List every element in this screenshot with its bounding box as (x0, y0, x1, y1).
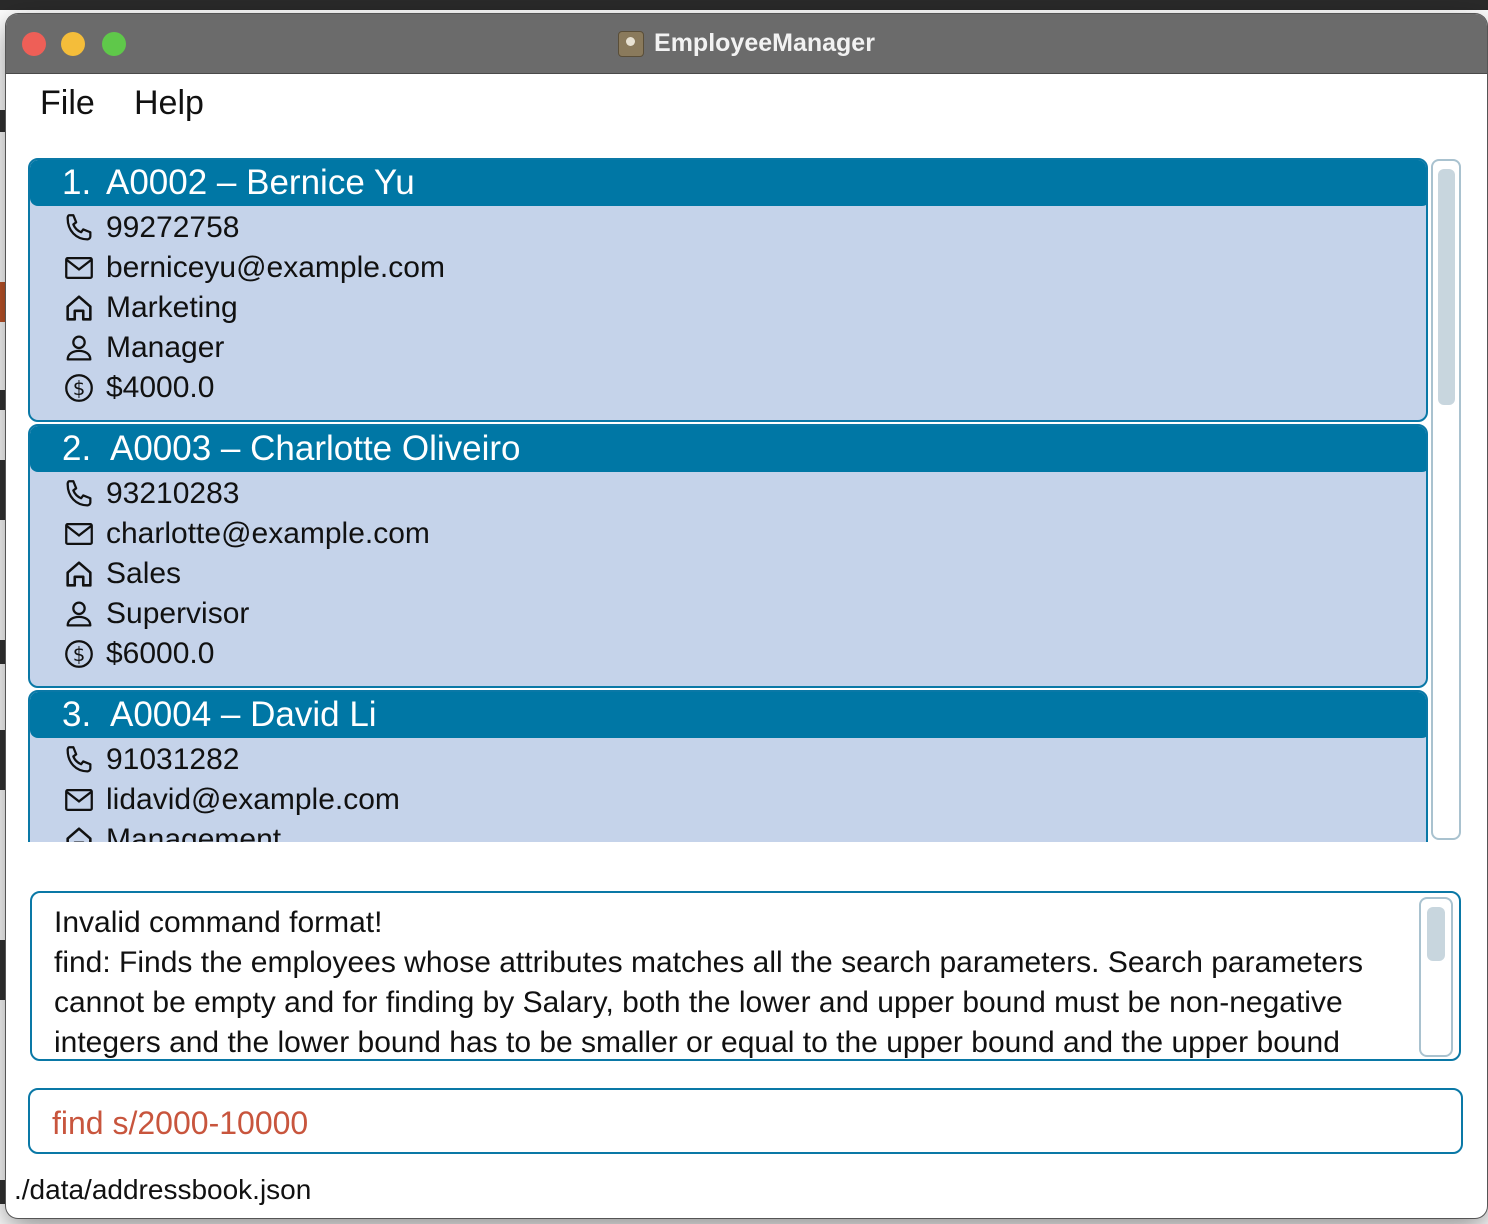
employee-salary: $6000.0 (106, 637, 215, 670)
phone-icon (66, 480, 92, 507)
employee-department-row: Sales (62, 554, 181, 594)
mail-icon (65, 256, 93, 280)
menu-file[interactable]: File (40, 84, 95, 123)
employee-role-row: Manager (62, 328, 224, 368)
employee-email: charlotte@example.com (106, 517, 430, 550)
window-title: EmployeeManager (654, 29, 875, 57)
employee-phone-row: 93210283 (62, 474, 239, 514)
employee-email-row: charlotte@example.com (62, 514, 430, 554)
dollar-icon: $ (65, 374, 93, 402)
person-icon (66, 601, 92, 627)
employee-email-row: lidavid@example.com (62, 780, 400, 820)
employee-phone-row: 91031282 (62, 740, 239, 780)
employee-id-name: A0004 – David Li (110, 695, 377, 734)
title-bar: EmployeeManager (6, 14, 1487, 74)
app-window: EmployeeManager File Help 1. A0002 – Ber… (6, 14, 1487, 1218)
employee-salary: $4000.0 (106, 371, 215, 404)
employee-salary-row: $ $4000.0 (62, 368, 214, 408)
command-box[interactable] (28, 1088, 1463, 1154)
employee-card-header: 3. A0004 – David Li (30, 692, 1426, 738)
mail-icon (65, 522, 93, 546)
employee-department-row: Management (62, 820, 281, 842)
home-icon (66, 827, 92, 842)
employee-index: 1. (62, 163, 92, 202)
result-scrollbar-thumb[interactable] (1427, 907, 1445, 961)
employee-department: Management (106, 823, 282, 842)
employee-department: Marketing (106, 291, 238, 324)
employee-id-name: A0002 – Bernice Yu (106, 163, 415, 202)
result-display[interactable]: Invalid command format! find: Finds the … (30, 891, 1461, 1061)
employee-card[interactable]: 3. A0004 – David Li 91031282 lidavid@exa… (28, 690, 1428, 842)
employee-salary-row: $ $6000.0 (62, 634, 214, 674)
employee-card-header: 2. A0003 – Charlotte Oliveiro (30, 426, 1426, 472)
employee-email: lidavid@example.com (106, 783, 400, 816)
employee-index: 3. (62, 695, 92, 734)
employee-email: berniceyu@example.com (106, 251, 445, 284)
app-icon (618, 30, 645, 57)
dollar-icon: $ (65, 640, 93, 668)
list-scrollbar[interactable] (1431, 159, 1461, 840)
list-scrollbar-thumb[interactable] (1438, 169, 1455, 405)
svg-text:$: $ (73, 643, 86, 666)
person-icon (66, 335, 92, 361)
phone-icon (66, 214, 92, 241)
employee-phone: 93210283 (106, 477, 240, 510)
employee-department: Sales (106, 557, 182, 590)
status-bar-file-path: ./data/addressbook.json (14, 1174, 312, 1205)
employee-department-row: Marketing (62, 288, 238, 328)
employee-card[interactable]: 1. A0002 – Bernice Yu 99272758 berniceyu… (28, 158, 1428, 422)
employee-phone-row: 99272758 (62, 208, 239, 248)
mail-icon (65, 788, 93, 812)
employee-card[interactable]: 2. A0003 – Charlotte Oliveiro 93210283 c… (28, 424, 1428, 688)
menu-help[interactable]: Help (134, 84, 204, 123)
result-scrollbar[interactable] (1419, 897, 1453, 1057)
employee-role: Manager (106, 331, 225, 364)
command-input[interactable] (50, 1100, 1444, 1146)
result-message: Invalid command format! find: Finds the … (54, 906, 1363, 1059)
background-strip (0, 0, 1488, 10)
phone-icon (66, 746, 92, 773)
employee-id-name: A0003 – Charlotte Oliveiro (110, 429, 521, 468)
employee-index: 2. (62, 429, 92, 468)
employee-list[interactable]: 1. A0002 – Bernice Yu 99272758 berniceyu… (28, 158, 1430, 842)
home-icon (66, 295, 92, 321)
title-wrap: EmployeeManager (6, 14, 1487, 73)
employee-role: Supervisor (106, 597, 250, 630)
employee-phone: 99272758 (106, 211, 240, 244)
employee-email-row: berniceyu@example.com (62, 248, 445, 288)
menu-bar: File Help (6, 74, 1487, 134)
employee-card-header: 1. A0002 – Bernice Yu (30, 160, 1426, 206)
employee-phone: 91031282 (106, 743, 240, 776)
home-icon (66, 561, 92, 587)
svg-text:$: $ (73, 377, 86, 400)
employee-role-row: Supervisor (62, 594, 249, 634)
